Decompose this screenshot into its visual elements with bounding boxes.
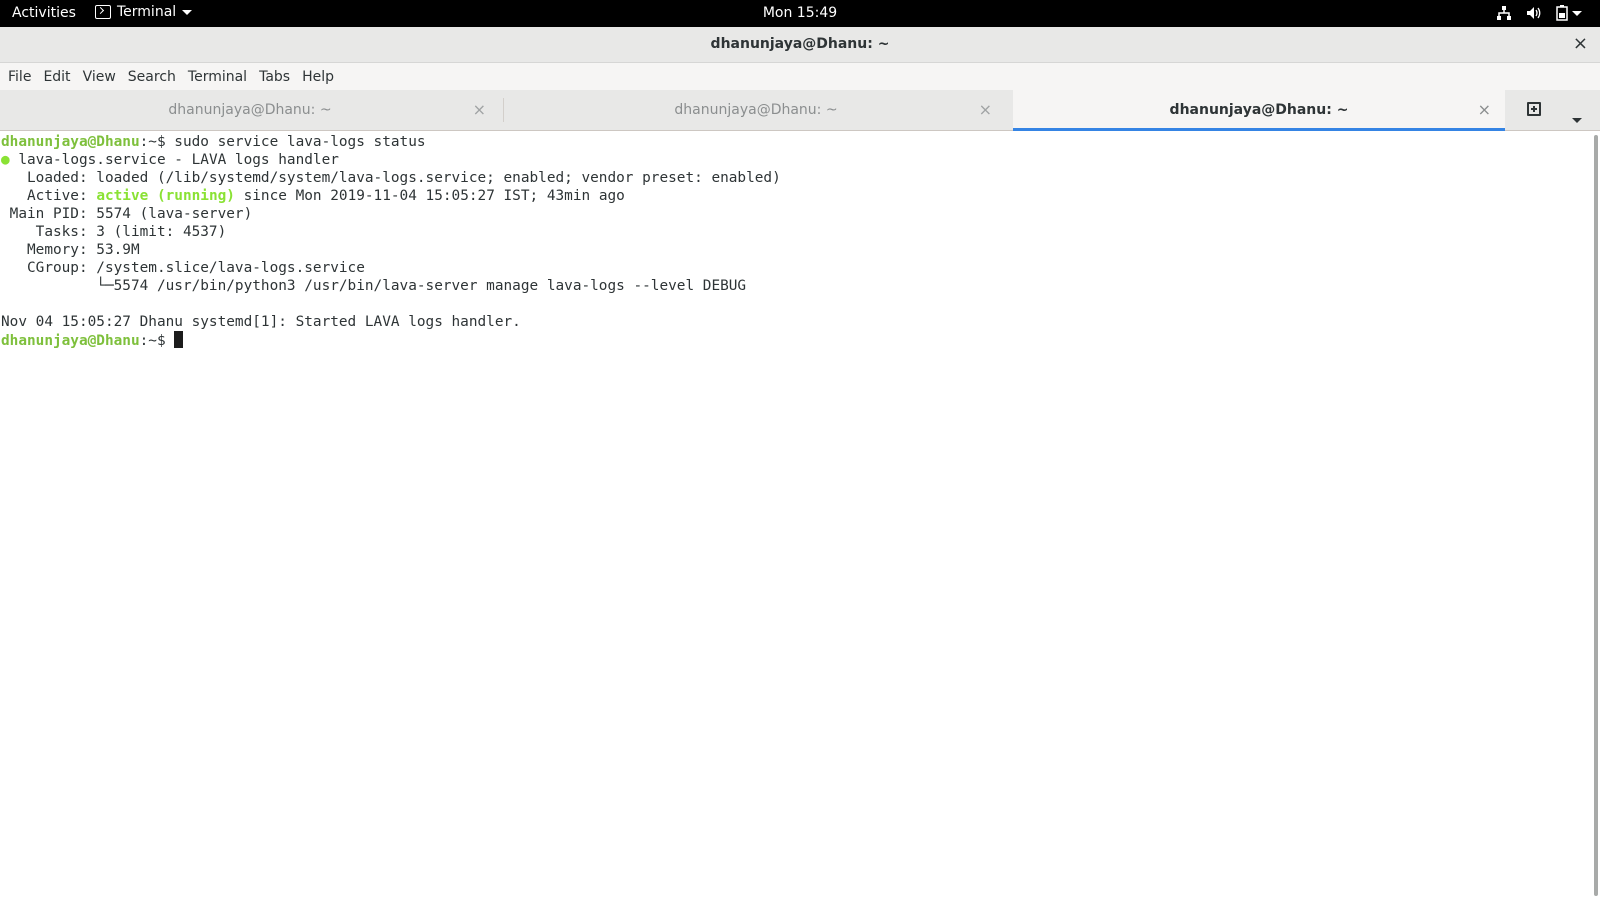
prompt-line: dhanunjaya@Dhanu:~$ — [1, 331, 1592, 349]
cgroup-line: CGroup: /system.slice/lava-logs.service — [1, 260, 365, 276]
volume-icon — [1527, 7, 1541, 19]
tab-menu-button[interactable] — [1572, 108, 1582, 127]
menu-view[interactable]: View — [83, 69, 124, 85]
new-tab-button[interactable] — [1524, 99, 1546, 121]
tasks-line: Tasks: 3 (limit: 4537) — [1, 224, 227, 240]
main-pid-line: Main PID: 5574 (lava-server) — [1, 206, 253, 222]
prompt-path: :~$ — [139, 333, 175, 349]
tab-1[interactable]: dhanunjaya@Dhanu: ~ × — [0, 90, 500, 130]
gnome-top-bar: Activities Terminal Mon 15:49 — [0, 0, 1600, 27]
prompt-user: dhanunjaya@Dhanu — [1, 134, 140, 150]
tab-divider — [503, 98, 504, 122]
cgroup-process-line: └─5574 /usr/bin/python3 /usr/bin/lava-se… — [1, 278, 747, 294]
tab-bar: dhanunjaya@Dhanu: ~ × dhanunjaya@Dhanu: … — [0, 90, 1600, 131]
tab-label: dhanunjaya@Dhanu: ~ — [674, 102, 838, 118]
close-window-button[interactable]: × — [1573, 33, 1588, 54]
chevron-down-icon — [1572, 118, 1582, 123]
memory-line: Memory: 53.9M — [1, 242, 140, 258]
close-tab-icon[interactable]: × — [979, 100, 992, 119]
terminal-scrollbar[interactable] — [1592, 131, 1600, 900]
close-tab-icon[interactable]: × — [473, 100, 486, 119]
command-line: dhanunjaya@Dhanu:~$ sudo service lava-lo… — [1, 133, 1592, 151]
scrollbar-thumb[interactable] — [1594, 135, 1598, 896]
menu-search[interactable]: Search — [128, 69, 184, 85]
prompt-user: dhanunjaya@Dhanu — [1, 333, 140, 349]
journal-log-line: Nov 04 15:05:27 Dhanu systemd[1]: Starte… — [1, 314, 521, 330]
system-tray[interactable] — [1496, 5, 1582, 21]
tab-label: dhanunjaya@Dhanu: ~ — [1169, 102, 1349, 118]
window-titlebar[interactable]: dhanunjaya@Dhanu: ~ × — [0, 27, 1600, 63]
command-text: sudo service lava-logs status — [174, 134, 426, 150]
menu-help[interactable]: Help — [302, 69, 342, 85]
status-dot-icon: ● — [1, 152, 10, 168]
prompt-path: :~$ — [139, 134, 175, 150]
window-title: dhanunjaya@Dhanu: ~ — [710, 36, 890, 52]
chevron-down-icon — [1572, 10, 1582, 16]
text-cursor — [174, 331, 184, 348]
battery-icon — [1556, 5, 1568, 21]
menu-bar: File Edit View Search Terminal Tabs Help — [0, 63, 1600, 90]
clock[interactable]: Mon 15:49 — [0, 5, 1600, 21]
network-icon — [1497, 6, 1511, 20]
menu-file[interactable]: File — [8, 69, 39, 85]
active-line: Active: active (running) since Mon 2019-… — [1, 187, 1592, 205]
terminal-output[interactable]: dhanunjaya@Dhanu:~$ sudo service lava-lo… — [0, 131, 1592, 900]
active-state: active (running) — [96, 188, 235, 204]
active-label: Active: — [1, 188, 97, 204]
menu-terminal[interactable]: Terminal — [188, 69, 255, 85]
tab-2[interactable]: dhanunjaya@Dhanu: ~ × — [506, 90, 1006, 130]
menu-tabs[interactable]: Tabs — [259, 69, 298, 85]
service-header-line: ● lava-logs.service - LAVA logs handler — [1, 151, 1592, 169]
battery-menu — [1556, 5, 1582, 21]
loaded-line: Loaded: loaded (/lib/systemd/system/lava… — [1, 170, 781, 186]
tab-3-active[interactable]: dhanunjaya@Dhanu: ~ × — [1013, 90, 1505, 131]
service-name: lava-logs.service - LAVA logs handler — [9, 152, 339, 168]
menu-edit[interactable]: Edit — [43, 69, 78, 85]
close-tab-icon[interactable]: × — [1478, 100, 1491, 119]
tab-label: dhanunjaya@Dhanu: ~ — [168, 102, 332, 118]
active-since: since Mon 2019-11-04 15:05:27 IST; 43min… — [234, 188, 625, 204]
